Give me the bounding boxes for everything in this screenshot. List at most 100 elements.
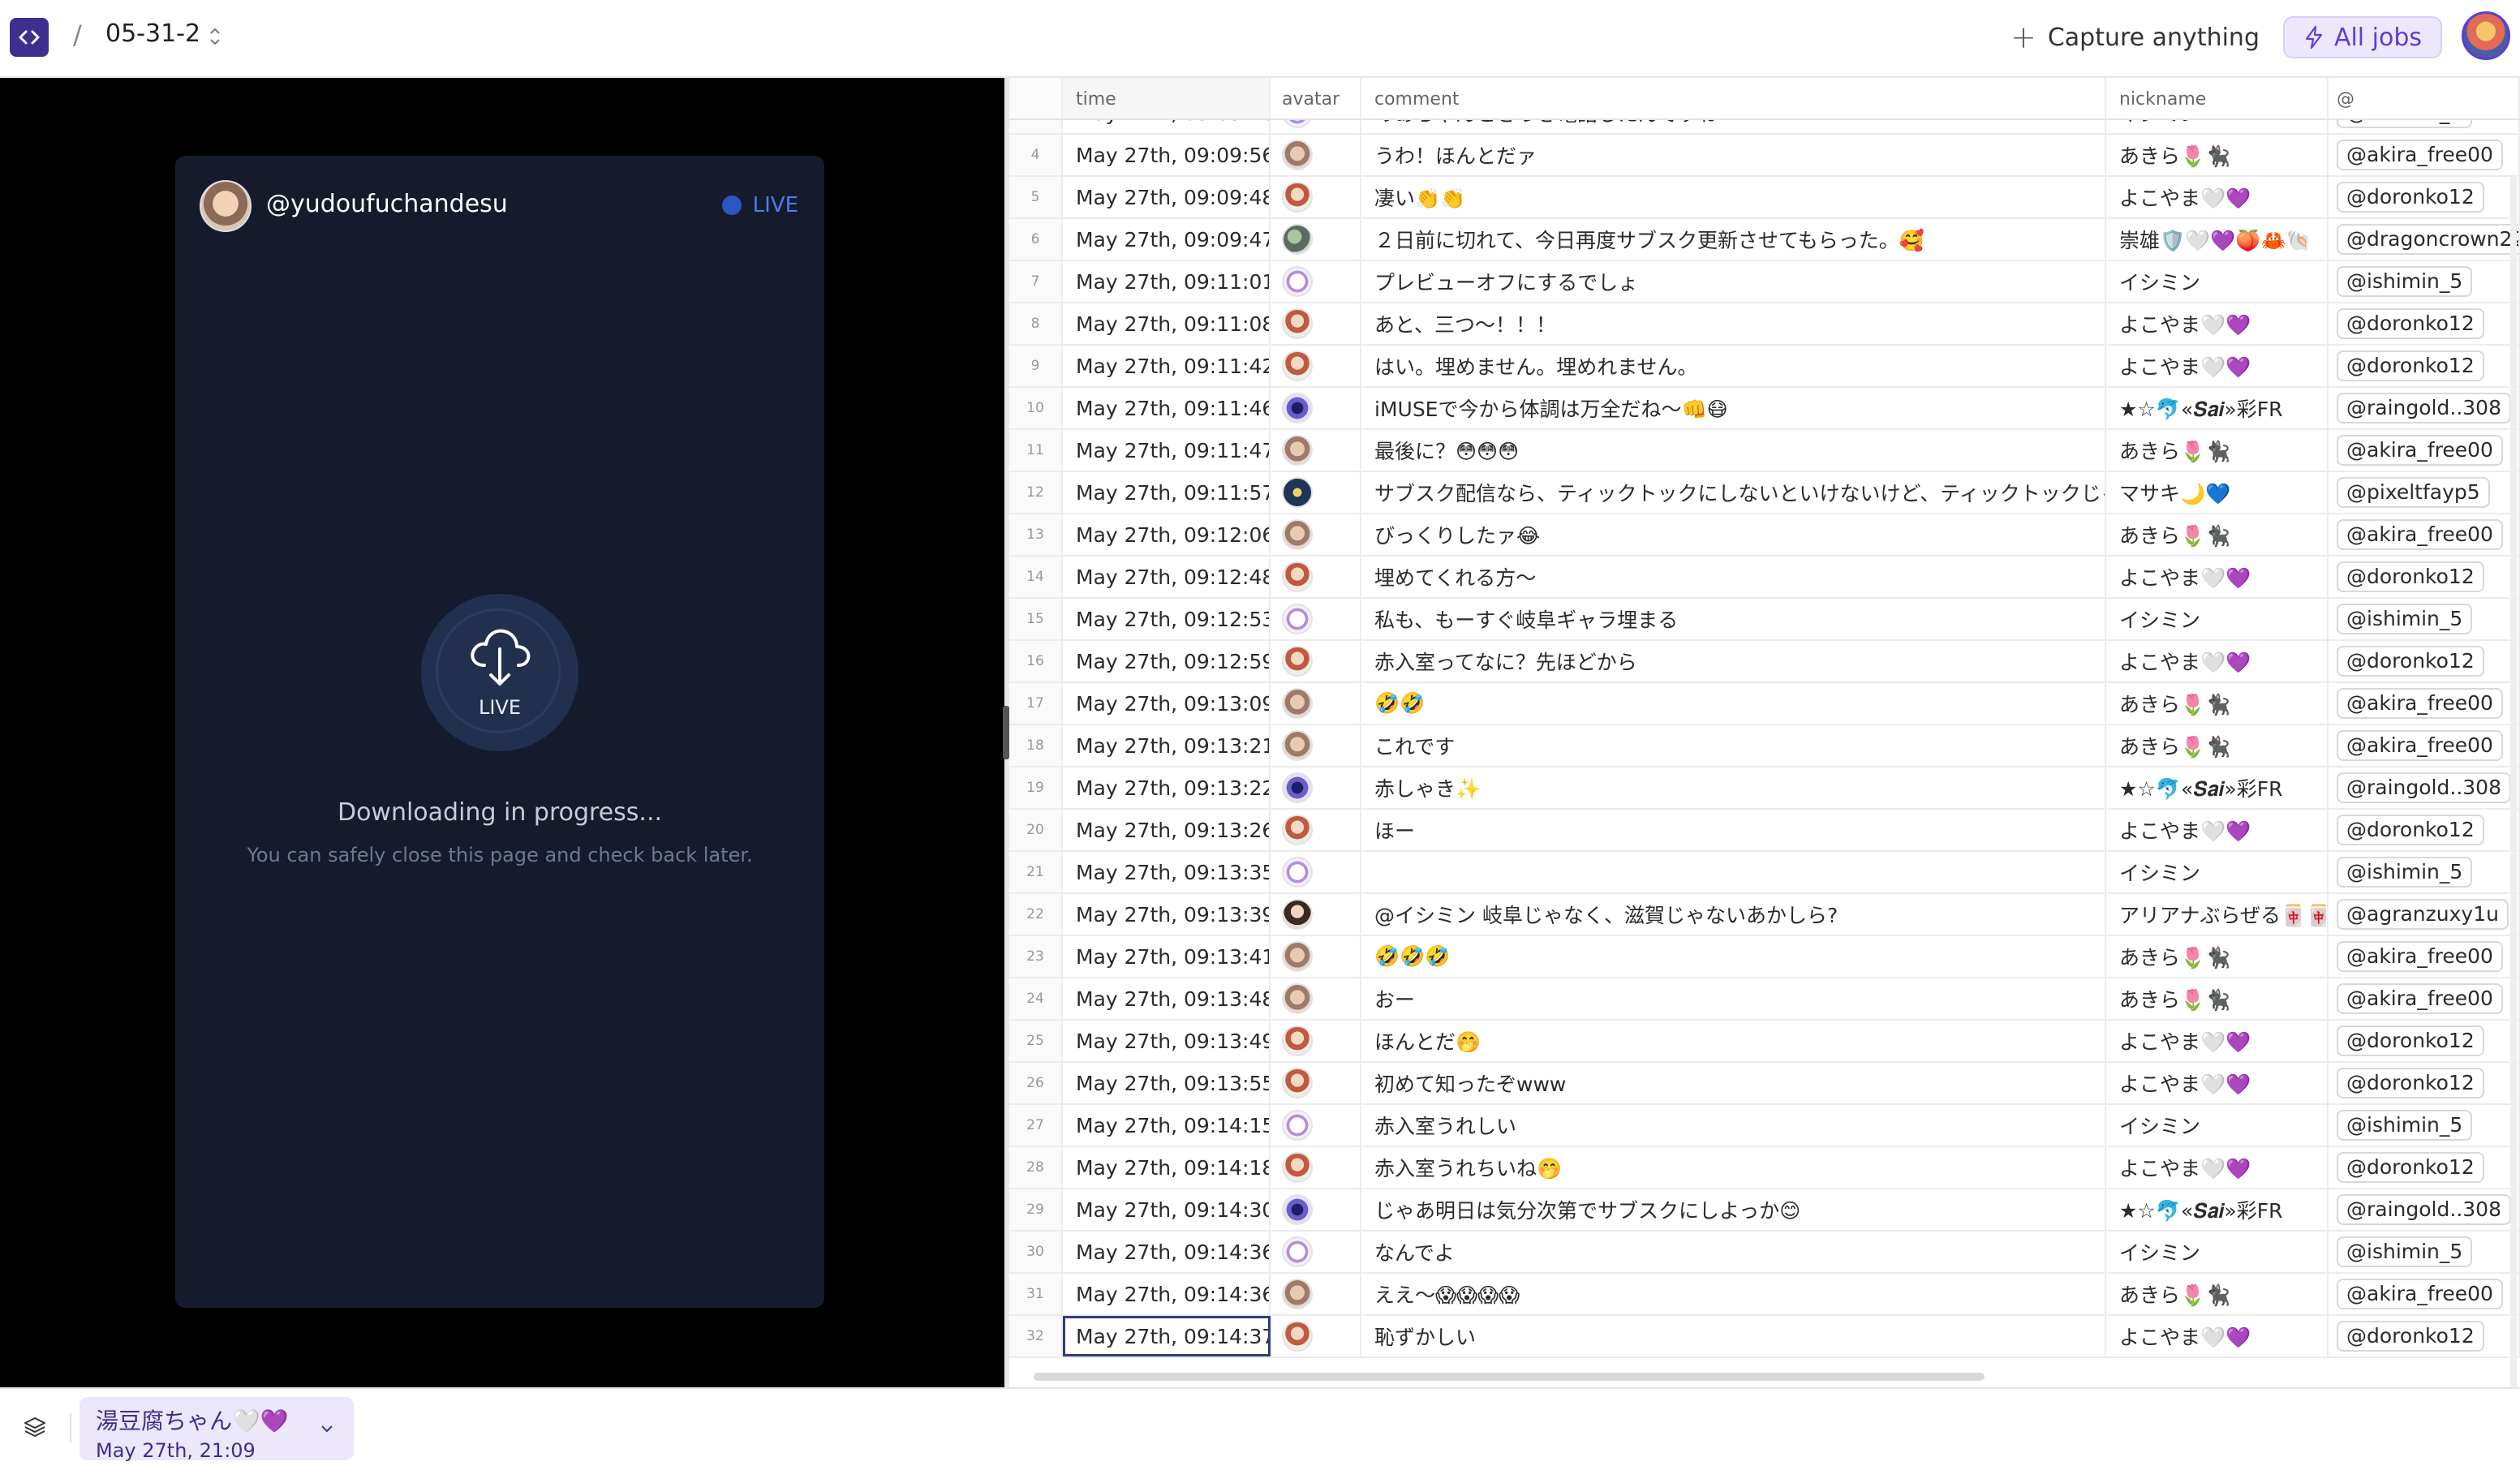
time-cell[interactable]: May 27th, 09:11:57 (1063, 472, 1271, 513)
comment-cell[interactable]: ほー (1361, 810, 2106, 850)
time-cell[interactable]: May 27th, 09:09:48 (1063, 177, 1271, 217)
handle-cell[interactable]: @akira_free00 (2329, 1274, 2520, 1314)
handle-cell[interactable]: @ishimin_5 (2329, 599, 2520, 639)
avatar-cell[interactable] (1271, 1105, 1361, 1146)
nickname-cell[interactable]: イシミン (2106, 852, 2329, 892)
chevron-up-down-icon[interactable] (208, 24, 222, 49)
handle-chip[interactable]: @akira_free00 (2337, 983, 2503, 1014)
time-cell[interactable]: May 27th, 09:14:37 (1063, 1316, 1271, 1356)
comment-cell[interactable]: 私も、もーすぐ岐阜ギャラ埋まる (1361, 599, 2106, 639)
time-cell[interactable]: May 27th, 09:13:41 (1063, 936, 1271, 977)
handle-cell[interactable]: @akira_free00 (2329, 430, 2520, 471)
time-cell[interactable]: May 27th, 09:09:47 (1063, 219, 1271, 260)
nickname-cell[interactable]: あきら🌷🐈‍⬛ (2106, 514, 2329, 555)
nickname-cell[interactable]: よこやま🤍💜 (2106, 1021, 2329, 1061)
avatar-cell[interactable] (1271, 1189, 1361, 1230)
nickname-cell[interactable]: イシミン (2106, 118, 2329, 133)
horizontal-scrollbar[interactable] (1034, 1373, 1985, 1381)
avatar-cell[interactable] (1271, 219, 1361, 260)
time-cell[interactable]: May 27th, 09:11:08 (1063, 303, 1271, 344)
handle-cell[interactable]: @raingold..308 (2329, 767, 2520, 808)
table-row[interactable]: 23 May 27th, 09:13:41 🤣🤣🤣 あきら🌷🐈‍⬛ @akira_fre… (1009, 936, 2520, 978)
handle-chip[interactable]: @doronko12 (2337, 350, 2484, 381)
comment-cell[interactable]: 赤入室ってなに？先ほどから (1361, 641, 2106, 681)
handle-cell[interactable]: @ishimin_5 (2329, 118, 2520, 133)
handle-chip[interactable]: @doronko12 (2337, 182, 2484, 213)
avatar-cell[interactable] (1271, 1274, 1361, 1314)
nickname-cell[interactable]: よこやま🤍💜 (2106, 1147, 2329, 1188)
nickname-cell[interactable]: よこやま🤍💜 (2106, 641, 2329, 681)
comment-cell[interactable]: おー (1361, 978, 2106, 1019)
handle-cell[interactable]: @doronko12 (2329, 303, 2520, 344)
user-avatar[interactable] (2462, 11, 2510, 60)
all-jobs-button[interactable]: All jobs (2283, 16, 2442, 58)
comment-cell[interactable]: じゃあ明日は気分次第でサブスクにしよっか😊 (1361, 1189, 2106, 1230)
handle-chip[interactable]: @doronko12 (2337, 1025, 2484, 1056)
table-row[interactable]: 10 May 27th, 09:11:46 iMUSEで今から体調は万全だね〜👊😷 ★… (1009, 388, 2520, 430)
table-row[interactable]: 12 May 27th, 09:11:57 サブスク配信なら、ティックトックにしない… (1009, 472, 2520, 514)
comment-cell[interactable]: 恥ずかしい (1361, 1316, 2106, 1356)
handle-chip[interactable]: @ishimin_5 (2337, 604, 2473, 634)
nickname-cell[interactable]: ★☆🐬«𝑺𝒂𝒊»彩FR (2106, 1189, 2329, 1230)
handle-chip[interactable]: @doronko12 (2337, 646, 2484, 677)
layers-icon[interactable] (23, 1415, 47, 1439)
avatar-cell[interactable] (1271, 810, 1361, 850)
nickname-cell[interactable]: よこやま🤍💜 (2106, 557, 2329, 597)
time-cell[interactable]: May 27th, 09:11:47 (1063, 430, 1271, 471)
nickname-cell[interactable]: よこやま🤍💜 (2106, 303, 2329, 344)
column-header-comment[interactable]: comment (1361, 78, 2106, 118)
nickname-cell[interactable]: あきら🌷🐈‍⬛ (2106, 135, 2329, 175)
handle-chip[interactable]: @dragoncrown22 (2337, 224, 2518, 255)
table-row[interactable]: 21 May 27th, 09:13:35 イシミン @ishimin_5 (1009, 852, 2520, 894)
column-header-nickname[interactable]: nickname (2106, 78, 2329, 118)
time-cell[interactable]: May 27th, 09:13:35 (1063, 852, 1271, 892)
handle-cell[interactable]: @akira_free00 (2329, 514, 2520, 555)
table-row[interactable]: 19 May 27th, 09:13:22 赤しゃき✨ ★☆🐬«𝑺𝒂𝒊»彩FR @rai… (1009, 767, 2520, 810)
avatar-cell[interactable] (1271, 852, 1361, 892)
comment-cell[interactable]: 赤入室うれちいね🤭 (1361, 1147, 2106, 1188)
handle-chip[interactable]: @raingold..308 (2337, 772, 2511, 803)
table-row[interactable]: 30 May 27th, 09:14:36 なんでよ イシミン @ishimin_5 (1009, 1232, 2520, 1274)
nickname-cell[interactable]: あきら🌷🐈‍⬛ (2106, 430, 2329, 471)
comment-cell[interactable]: @イシミン 岐阜じゃなく、滋賀じゃないあかしら? (1361, 894, 2106, 935)
nickname-cell[interactable]: よこやま🤍💜 (2106, 810, 2329, 850)
time-cell[interactable]: May 27th, 09:12:48 (1063, 557, 1271, 597)
avatar-cell[interactable] (1271, 1021, 1361, 1061)
capture-anything-button[interactable]: + Capture anything (2010, 16, 2260, 58)
handle-chip[interactable]: @ishimin_5 (2337, 1236, 2473, 1267)
nickname-cell[interactable]: イシミン (2106, 261, 2329, 302)
nickname-cell[interactable]: アリアナぶらぜる🀄🀄 (2106, 894, 2329, 935)
time-cell[interactable]: May 27th, 09:12:06 (1063, 514, 1271, 555)
time-cell[interactable]: May 27th, 09:12:59 (1063, 641, 1271, 681)
avatar-cell[interactable] (1271, 1316, 1361, 1356)
time-cell[interactable]: May 27th, 09:14:15 (1063, 1105, 1271, 1146)
table-row[interactable]: 31 May 27th, 09:14:36 ええ〜😱😱😱😱 あきら🌷🐈‍⬛ @akira… (1009, 1274, 2520, 1316)
handle-chip[interactable]: @doronko12 (2337, 561, 2484, 592)
table-row[interactable]: 22 May 27th, 09:13:39 @イシミン 岐阜じゃなく、滋賀じゃないあ… (1009, 894, 2520, 936)
comment-cell[interactable]: ええ〜😱😱😱😱 (1361, 1274, 2106, 1314)
handle-cell[interactable]: @doronko12 (2329, 1147, 2520, 1188)
time-cell[interactable]: May 27th, 09:09:48 (1063, 118, 1271, 133)
nickname-cell[interactable]: あきら🌷🐈‍⬛ (2106, 936, 2329, 977)
comment-cell[interactable]: うわ！ほんとだァ (1361, 135, 2106, 175)
avatar-cell[interactable] (1271, 1147, 1361, 1188)
handle-cell[interactable]: @doronko12 (2329, 1063, 2520, 1103)
handle-cell[interactable]: @doronko12 (2329, 1316, 2520, 1356)
table-row[interactable]: 14 May 27th, 09:12:48 埋めてくれる方〜 よこやま🤍💜 @doron… (1009, 557, 2520, 599)
table-row[interactable]: 5 May 27th, 09:09:48 凄い👏👏 よこやま🤍💜 @doronko12 (1009, 177, 2520, 219)
time-cell[interactable]: May 27th, 09:09:56 (1063, 135, 1271, 175)
time-cell[interactable]: May 27th, 09:13:48 (1063, 978, 1271, 1019)
handle-cell[interactable]: @ishimin_5 (2329, 1232, 2520, 1272)
nickname-cell[interactable]: マサキ🌙💙 (2106, 472, 2329, 513)
resize-handle[interactable] (1003, 706, 1009, 759)
handle-cell[interactable]: @doronko12 (2329, 177, 2520, 217)
comment-cell[interactable]: iMUSEで今から体調は万全だね〜👊😷 (1361, 388, 2106, 428)
handle-cell[interactable]: @pixeltfayp5 (2329, 472, 2520, 513)
table-row[interactable]: 28 May 27th, 09:14:18 赤入室うれちいね🤭 よこやま🤍💜 @doro… (1009, 1147, 2520, 1189)
handle-chip[interactable]: @akira_free00 (2337, 688, 2503, 719)
avatar-cell[interactable] (1271, 725, 1361, 766)
time-cell[interactable]: May 27th, 09:11:46 (1063, 388, 1271, 428)
table-row[interactable]: 6 May 27th, 09:09:47 ２日前に切れて、今日再度サブスク更新させて… (1009, 219, 2520, 261)
time-cell[interactable]: May 27th, 09:14:36 (1063, 1274, 1271, 1314)
avatar-cell[interactable] (1271, 978, 1361, 1019)
